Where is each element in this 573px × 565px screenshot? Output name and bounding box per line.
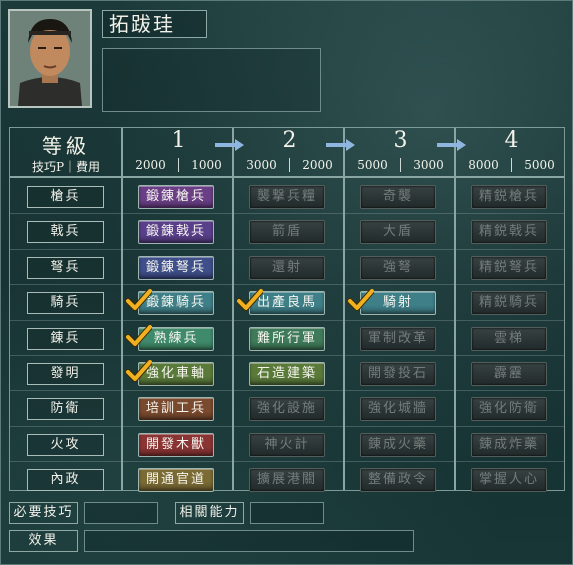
checkmark-icon xyxy=(126,289,152,312)
tech-button[interactable]: 還射 xyxy=(249,255,325,280)
tech-button[interactable]: 石造建築 xyxy=(249,362,325,386)
level-4-gold-cost: 5000 xyxy=(524,158,555,172)
related-ability-value xyxy=(250,502,324,524)
row-label: 槍兵 xyxy=(27,186,104,208)
officer-name: 拓跋珪 xyxy=(102,10,207,38)
tech-button[interactable]: 難所行軍 xyxy=(249,326,325,351)
checkmark-icon xyxy=(126,324,152,347)
technology-grid: 等級 技巧P｜費用 1 2 3 4 2000 1000 3000 2000 50… xyxy=(9,127,567,493)
tech-button[interactable]: 開發木獸 xyxy=(138,432,214,457)
level-1-gold-cost: 1000 xyxy=(191,158,222,172)
level-3-gold-cost: 3000 xyxy=(413,158,444,172)
level-1-costs: 2000 1000 xyxy=(123,158,234,172)
tech-button[interactable]: 強化防衛 xyxy=(471,397,547,422)
level-3-tech-points: 5000 xyxy=(345,158,401,172)
tech-button[interactable]: 鍛錬戟兵 xyxy=(138,220,214,245)
tech-button[interactable]: 掌握人心 xyxy=(471,468,547,493)
level-2-costs: 3000 2000 xyxy=(234,158,345,172)
officer-portrait-icon xyxy=(10,11,90,106)
row-label: 發明 xyxy=(27,363,104,385)
required-skill-label: 必要技巧 xyxy=(9,502,78,524)
row-label: 錬兵 xyxy=(27,327,104,350)
row-label: 內政 xyxy=(27,469,104,492)
tech-button[interactable]: 鍛錬弩兵 xyxy=(138,255,214,280)
arrow-right-icon xyxy=(326,139,355,151)
level-3-costs: 5000 3000 xyxy=(345,158,456,172)
tech-button[interactable]: 強弩 xyxy=(360,255,436,280)
level-header-subtitle: 技巧P｜費用 xyxy=(31,160,101,174)
effect-label: 效果 xyxy=(9,530,78,552)
tech-button[interactable]: 霹靂 xyxy=(471,362,547,386)
level-2-gold-cost: 2000 xyxy=(302,158,333,172)
tech-button[interactable]: 錬成炸藥 xyxy=(471,432,547,457)
tech-button[interactable]: 雲梯 xyxy=(471,326,547,351)
row-label: 防衛 xyxy=(27,398,104,421)
row-label: 弩兵 xyxy=(27,256,104,279)
tech-button[interactable]: 整備政令 xyxy=(360,468,436,493)
arrow-right-icon xyxy=(437,139,466,151)
related-ability-label: 相關能力 xyxy=(175,502,244,524)
level-1-tech-points: 2000 xyxy=(123,158,179,172)
officer-portrait xyxy=(8,9,92,108)
tech-button[interactable]: 箭盾 xyxy=(249,220,325,245)
tech-button[interactable]: 錬成火藥 xyxy=(360,432,436,457)
level-2-tech-points: 3000 xyxy=(234,158,290,172)
level-header-title: 等級 xyxy=(42,134,90,158)
tech-button[interactable]: 開發投石 xyxy=(360,362,436,386)
tech-button[interactable]: 大盾 xyxy=(360,220,436,245)
effect-value xyxy=(84,530,414,552)
tech-button[interactable]: 擴展港關 xyxy=(249,468,325,493)
level-4-tech-points: 8000 xyxy=(456,158,512,172)
checkmark-icon xyxy=(348,289,374,312)
level-4-costs: 8000 5000 xyxy=(456,158,567,172)
tech-button[interactable]: 精鋭弩兵 xyxy=(471,255,547,280)
tech-button[interactable]: 神火計 xyxy=(249,432,325,457)
tech-button[interactable]: 精鋭騎兵 xyxy=(471,291,547,316)
checkmark-icon xyxy=(126,360,152,382)
tech-button[interactable]: 軍制改革 xyxy=(360,326,436,351)
tech-button[interactable]: 精鋭戟兵 xyxy=(471,220,547,245)
level-4-label: 4 xyxy=(504,128,519,153)
tech-button[interactable]: 培訓工兵 xyxy=(138,397,214,422)
tech-button[interactable]: 奇襲 xyxy=(360,185,436,209)
officer-description-box xyxy=(102,48,321,112)
row-label: 火攻 xyxy=(27,433,104,456)
row-label: 戟兵 xyxy=(27,221,104,244)
tech-button[interactable]: 強化設施 xyxy=(249,397,325,422)
tech-button[interactable]: 精鋭槍兵 xyxy=(471,185,547,209)
tech-button[interactable]: 鍛錬槍兵 xyxy=(138,185,214,209)
tech-button[interactable]: 襲撃兵糧 xyxy=(249,185,325,209)
required-skill-value xyxy=(84,502,158,524)
tech-button[interactable]: 開通官道 xyxy=(138,468,214,493)
tech-button[interactable]: 強化城牆 xyxy=(360,397,436,422)
row-label: 騎兵 xyxy=(27,292,104,315)
technology-panel: 拓跋珪 等級 技巧P｜費用 1 2 3 4 2000 1000 3000 200… xyxy=(0,0,573,565)
arrow-right-icon xyxy=(215,139,244,151)
checkmark-icon xyxy=(237,289,263,312)
